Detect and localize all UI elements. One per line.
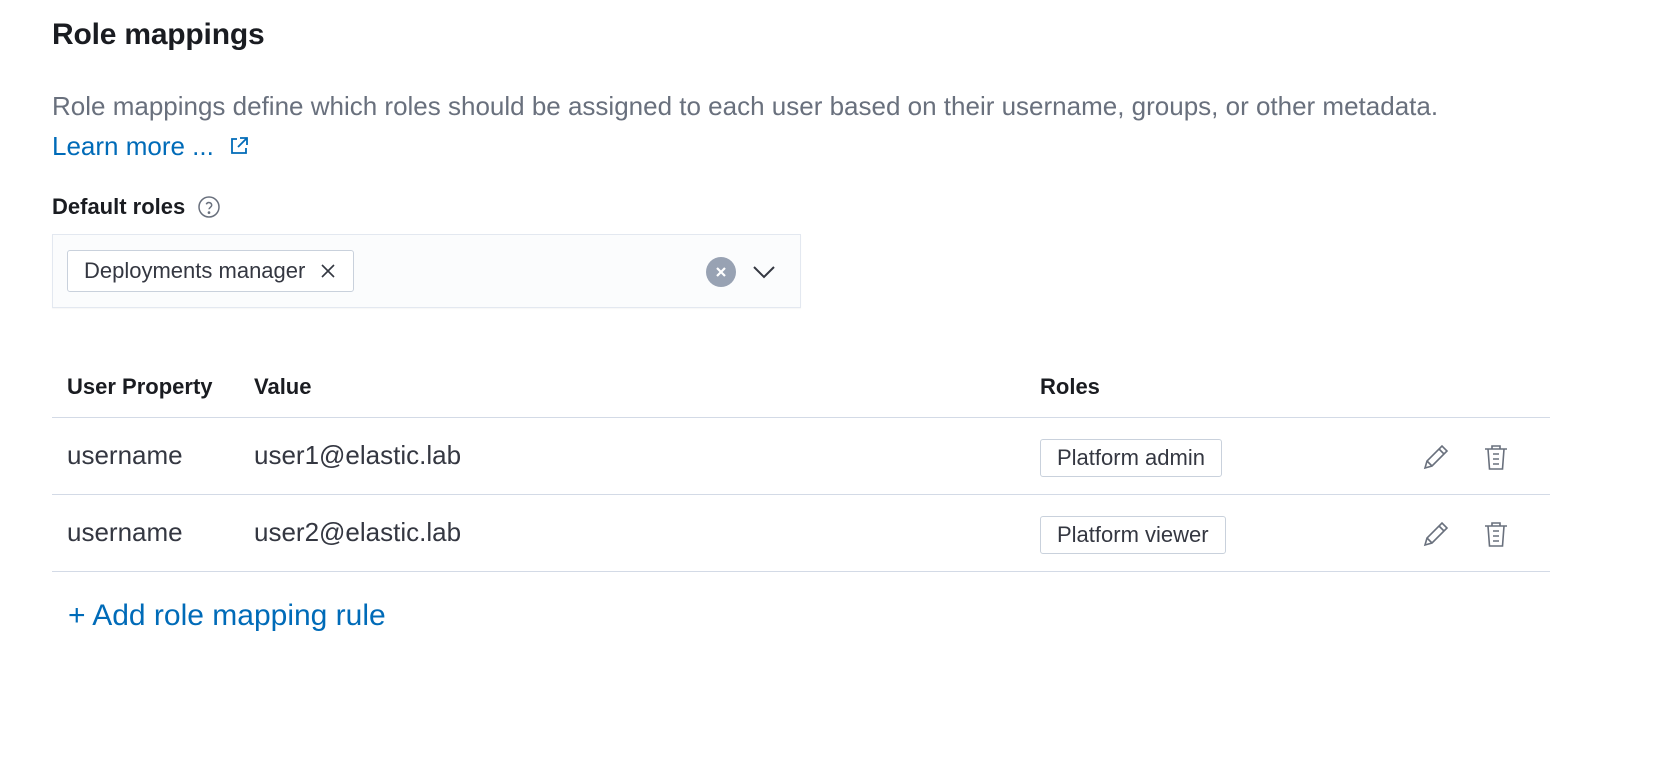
question-circle-icon[interactable] xyxy=(197,195,221,219)
add-role-mapping-rule-button[interactable]: + Add role mapping rule xyxy=(68,599,386,633)
role-chip-deployments-manager: Deployments manager xyxy=(67,250,355,292)
table-row: username user2@elastic.lab Platform view… xyxy=(52,495,1550,572)
intro-text: Role mappings define which roles should … xyxy=(52,91,1439,121)
cell-value: user1@elastic.lab xyxy=(254,440,462,470)
role-mappings-table: User Property Value Roles username user1… xyxy=(52,360,1550,572)
pencil-icon[interactable] xyxy=(1420,441,1452,473)
cell-value: user2@elastic.lab xyxy=(254,517,462,547)
cross-icon[interactable] xyxy=(319,262,337,280)
intro-description: Role mappings define which roles should … xyxy=(52,86,1612,166)
learn-more-link[interactable]: Learn more ... xyxy=(52,126,250,166)
trash-icon[interactable] xyxy=(1480,518,1512,550)
default-roles-label-text: Default roles xyxy=(52,194,186,219)
page-title: Role mappings xyxy=(52,18,265,51)
column-header-roles: Roles xyxy=(1040,374,1100,399)
trash-icon[interactable] xyxy=(1480,441,1512,473)
table-row: username user1@elastic.lab Platform admi… xyxy=(52,418,1550,495)
chevron-down-icon[interactable] xyxy=(751,262,777,282)
role-chip-label: Deployments manager xyxy=(84,258,306,283)
column-header-user-property: User Property xyxy=(67,374,213,399)
default-roles-combobox[interactable]: Deployments manager xyxy=(52,234,801,308)
learn-more-label: Learn more ... xyxy=(52,131,214,161)
external-link-icon xyxy=(230,137,248,154)
table-header: User Property Value Roles xyxy=(52,360,1550,418)
clear-circle-icon[interactable] xyxy=(706,257,736,287)
cell-user-property: username xyxy=(67,440,183,470)
pencil-icon[interactable] xyxy=(1420,518,1452,550)
column-header-value: Value xyxy=(254,374,312,399)
default-roles-label: Default roles xyxy=(52,194,221,220)
cell-user-property: username xyxy=(67,517,183,547)
role-badge: Platform viewer xyxy=(1040,516,1226,554)
role-badge: Platform admin xyxy=(1040,439,1222,477)
